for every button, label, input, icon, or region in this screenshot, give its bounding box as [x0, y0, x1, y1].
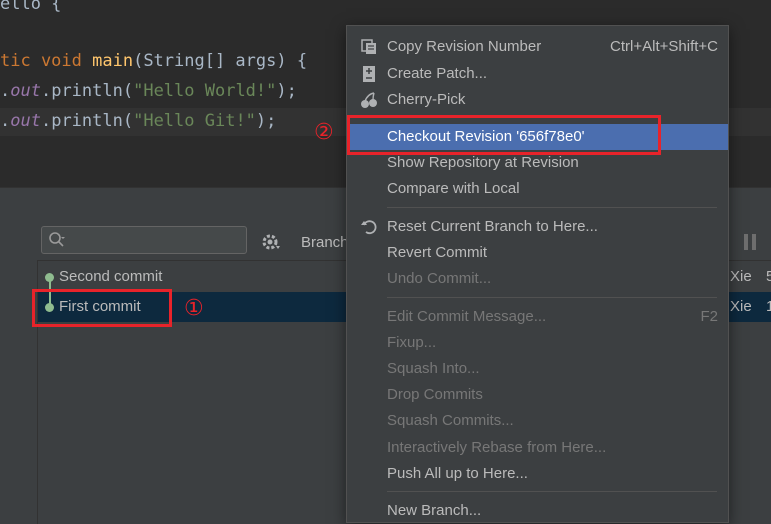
commit-date: 5 — [766, 268, 771, 285]
search-icon — [49, 232, 65, 247]
gear-icon[interactable] — [261, 232, 281, 252]
commit-author: Xie — [730, 298, 752, 315]
commit-author: Xie — [730, 268, 752, 285]
menu-item-cherry-pick[interactable]: Cherry-Pick — [347, 87, 728, 113]
menu-item-new-branch[interactable]: New Branch... — [347, 498, 728, 524]
menu-item-undo-commit[interactable]: Undo Commit... — [347, 266, 728, 292]
cherry-icon — [361, 92, 377, 108]
commit-date: 1 — [766, 298, 771, 315]
menu-item-compare-with-local[interactable]: Compare with Local — [347, 176, 728, 202]
menu-item-drop-commits[interactable]: Drop Commits — [347, 382, 728, 408]
branch-filter[interactable]: Branch — [301, 234, 349, 251]
code-line-4: .out.println("Hello Git!"); — [0, 111, 277, 131]
annotation-number-one: ① — [184, 295, 204, 320]
annotation-number-two: ② — [314, 119, 334, 144]
reset-icon — [361, 220, 377, 235]
annotation-box-first-commit — [32, 289, 172, 327]
menu-item-revert-commit[interactable]: Revert Commit — [347, 240, 728, 266]
menu-item-fixup[interactable]: Fixup... — [347, 330, 728, 356]
menu-item-squash-commits[interactable]: Squash Commits... — [347, 408, 728, 434]
log-search-input[interactable] — [41, 226, 247, 254]
menu-item-reset-branch[interactable]: Reset Current Branch to Here... — [347, 214, 728, 240]
patch-icon — [363, 66, 375, 82]
menu-separator — [387, 297, 717, 298]
menu-item-create-patch[interactable]: Create Patch... — [347, 61, 728, 87]
commit-context-menu: Copy Revision Number Ctrl+Alt+Shift+C Cr… — [346, 25, 729, 523]
menu-separator — [387, 491, 717, 492]
menu-item-push-all-up-to-here[interactable]: Push All up to Here... — [347, 461, 728, 487]
menu-item-interactive-rebase[interactable]: Interactively Rebase from Here... — [347, 435, 728, 461]
code-line-2: tic void main(String[] args) { — [0, 51, 308, 71]
code-line-3: .out.println("Hello World!"); — [0, 81, 297, 101]
code-line-1: ello { — [0, 0, 62, 14]
menu-item-copy-revision-number[interactable]: Copy Revision Number Ctrl+Alt+Shift+C — [347, 34, 728, 60]
commit-message: Second commit — [59, 268, 163, 285]
copy-icon — [361, 39, 376, 54]
menu-item-squash-into[interactable]: Squash Into... — [347, 356, 728, 382]
annotation-box-checkout — [347, 115, 661, 155]
pause-icon[interactable] — [744, 234, 758, 250]
menu-item-edit-commit-message[interactable]: Edit Commit Message... F2 — [347, 304, 728, 330]
menu-separator — [387, 207, 717, 208]
